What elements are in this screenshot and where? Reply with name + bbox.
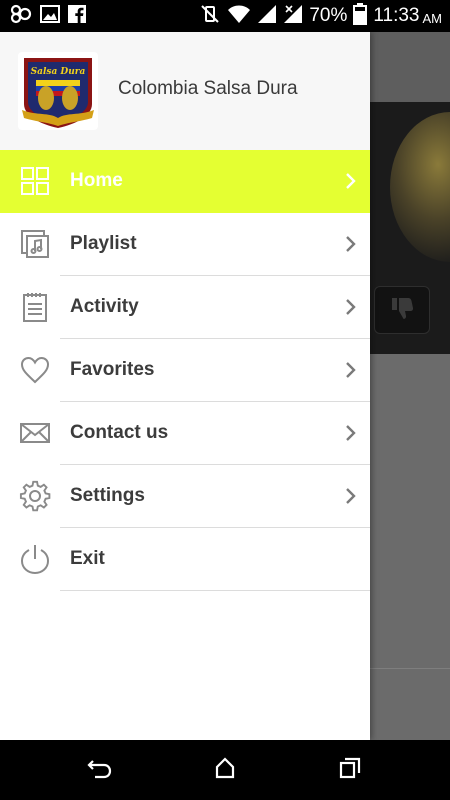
app-logo: Salsa Dura: [18, 52, 98, 130]
menu-item-label: Activity: [70, 296, 139, 317]
thumbs-down-icon: [389, 295, 415, 326]
status-bar-system: 70% 11:33 AM: [199, 2, 443, 30]
recent-apps-icon: [339, 757, 361, 784]
chevron-right-icon: [344, 359, 358, 381]
battery-icon: [353, 2, 368, 30]
power-icon: [19, 543, 51, 575]
home-icon: [214, 756, 236, 784]
menu-item-activity[interactable]: Activity: [0, 276, 370, 339]
menu-item-exit[interactable]: Exit: [0, 528, 370, 591]
menu-item-favorites[interactable]: Favorites: [0, 339, 370, 402]
navigation-drawer: Salsa Dura Colombia Salsa Dura Home Play…: [0, 32, 370, 740]
clock-ampm: AM: [422, 10, 443, 26]
envelope-icon: [19, 417, 51, 449]
signal-icon: [257, 4, 277, 29]
status-bar-notifications: [10, 4, 86, 29]
menu-item-label: Exit: [70, 548, 105, 569]
image-notification-icon: [40, 4, 60, 28]
dislike-button: [374, 286, 430, 334]
background-toolbar: [370, 32, 450, 102]
app-notification-icon: [10, 4, 32, 29]
playlist-icon: [19, 228, 51, 260]
menu-item-playlist[interactable]: Playlist: [0, 213, 370, 276]
chevron-right-icon: [344, 170, 358, 192]
svg-text:Salsa Dura: Salsa Dura: [31, 67, 86, 77]
chevron-right-icon: [344, 422, 358, 444]
drawer-menu: Home Playlist Activity Favorites Contact…: [0, 150, 370, 591]
facebook-icon: [68, 4, 86, 28]
chevron-right-icon: [344, 296, 358, 318]
home-button[interactable]: [212, 756, 238, 784]
menu-item-settings[interactable]: Settings: [0, 465, 370, 528]
battery-percent: 70%: [309, 5, 348, 26]
back-icon: [87, 757, 113, 784]
back-button[interactable]: [87, 758, 113, 782]
signal-no-sim-icon: [283, 4, 303, 29]
menu-item-label: Favorites: [70, 359, 155, 380]
wifi-icon: [227, 4, 251, 29]
system-navigation-bar: [0, 740, 450, 800]
chevron-right-icon: [344, 485, 358, 507]
notepad-icon: [19, 291, 51, 323]
menu-item-label: Settings: [70, 485, 145, 506]
app-name: Colombia Salsa Dura: [118, 78, 298, 99]
chevron-right-icon: [344, 233, 358, 255]
drawer-header: Salsa Dura Colombia Salsa Dura: [0, 32, 370, 150]
gear-icon: [19, 480, 51, 512]
recent-apps-button[interactable]: [337, 757, 363, 784]
menu-item-label: Home: [70, 170, 123, 191]
status-bar: 70% 11:33 AM: [0, 0, 450, 32]
menu-item-home[interactable]: Home: [0, 150, 370, 213]
background-divider: [370, 668, 450, 669]
menu-item-label: Contact us: [70, 422, 169, 443]
clock-time: 11:33: [373, 5, 420, 26]
vibrate-off-icon: [199, 4, 221, 29]
heart-icon: [19, 354, 51, 386]
menu-item-contact-us[interactable]: Contact us: [0, 402, 370, 465]
menu-item-label: Playlist: [70, 233, 137, 254]
background-app-scrim[interactable]: [370, 32, 450, 740]
grid-icon: [19, 165, 51, 197]
